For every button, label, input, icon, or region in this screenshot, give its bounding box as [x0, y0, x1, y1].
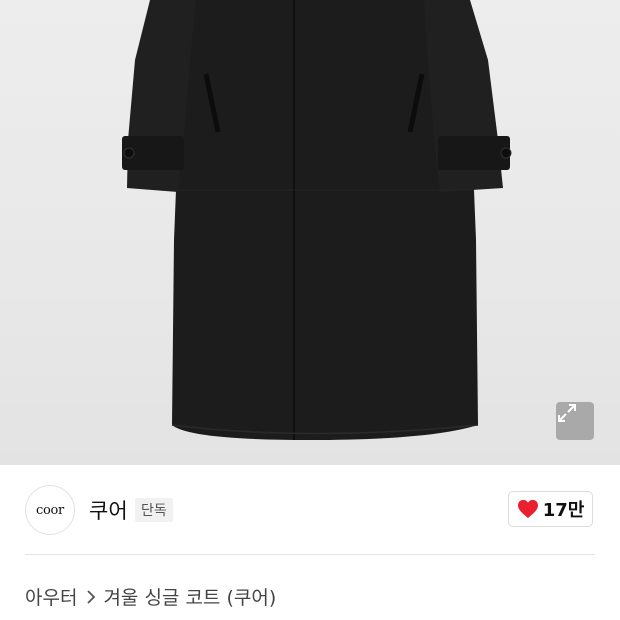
like-count: 17만 — [542, 500, 585, 521]
brand-name[interactable]: 쿠어 — [89, 495, 128, 525]
breadcrumb-product-name: 겨울 싱글 코트 (쿠어) — [103, 587, 277, 609]
chevron-right-icon — [86, 589, 96, 605]
coat-right-cuff-strap — [438, 136, 510, 170]
zoom-button[interactable] — [556, 402, 594, 440]
coat-illustration — [122, 0, 512, 440]
brand-row: coor 쿠어 단독 17만 — [0, 465, 620, 555]
divider — [25, 554, 595, 555]
brand-logo-text: coor — [36, 502, 64, 518]
coat-left-cuff-button — [123, 147, 135, 159]
like-button[interactable]: 17만 — [508, 491, 593, 527]
breadcrumb-category[interactable]: 아우터 — [25, 583, 77, 610]
expand-icon — [558, 404, 576, 422]
breadcrumb: 아우터 겨울 싱글 코트 (쿠어) — [25, 583, 276, 610]
brand-logo[interactable]: coor — [25, 485, 75, 535]
heart-icon — [517, 499, 538, 519]
coat-right-cuff-button — [500, 147, 512, 159]
product-image[interactable] — [0, 0, 620, 465]
exclusive-badge: 단독 — [135, 498, 173, 522]
